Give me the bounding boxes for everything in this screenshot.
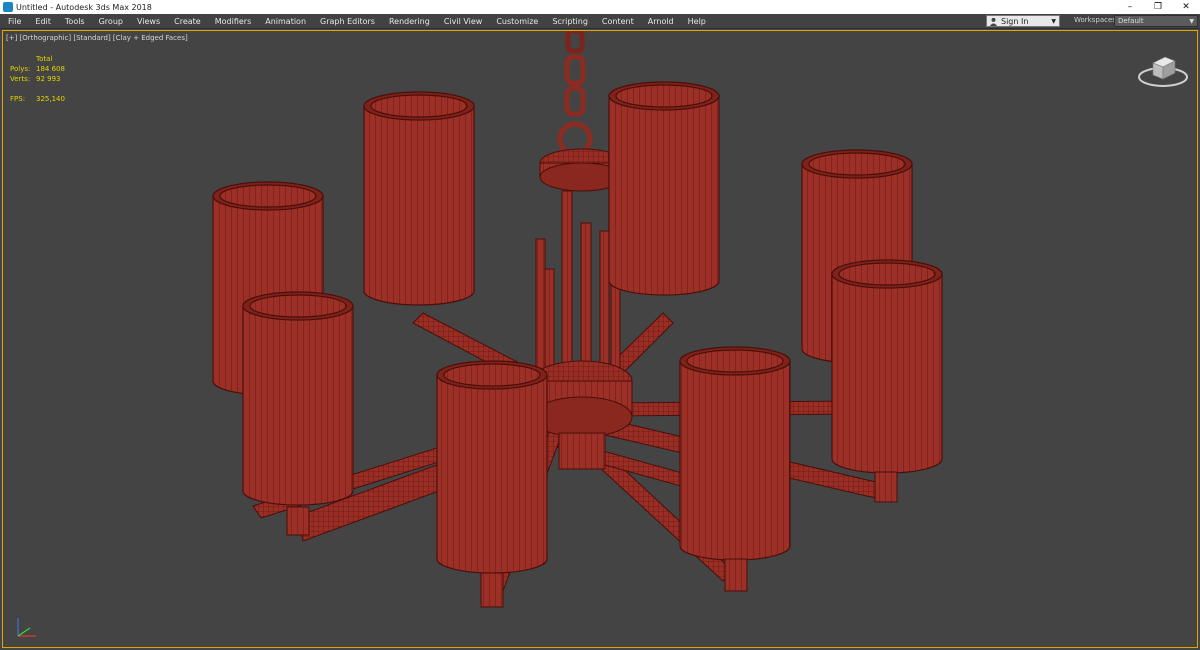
fps-label: FPS: bbox=[10, 95, 26, 103]
menu-bar: File Edit Tools Group Views Create Modif… bbox=[0, 14, 1200, 29]
window-title: Untitled - Autodesk 3ds Max 2018 bbox=[16, 2, 152, 12]
stats-total-label: Total bbox=[36, 55, 53, 63]
chandelier-model bbox=[212, 31, 943, 608]
window-controls: – ❐ ✕ bbox=[1116, 0, 1200, 14]
viewport-statistics: Total Polys: 184 608 Verts: 92 993 FPS: 325… bbox=[10, 54, 65, 104]
menu-graph-editors[interactable]: Graph Editors bbox=[312, 17, 381, 26]
menu-rendering[interactable]: Rendering bbox=[381, 17, 436, 26]
menu-group[interactable]: Group bbox=[91, 17, 129, 26]
sign-in-label: Sign In bbox=[1001, 16, 1029, 26]
menu-views[interactable]: Views bbox=[129, 17, 166, 26]
menu-help[interactable]: Help bbox=[680, 17, 712, 26]
restore-button[interactable]: ❐ bbox=[1144, 0, 1172, 14]
minimize-button[interactable]: – bbox=[1116, 0, 1144, 14]
menu-tools[interactable]: Tools bbox=[57, 17, 91, 26]
menu-scripting[interactable]: Scripting bbox=[544, 17, 594, 26]
title-bar: Untitled - Autodesk 3ds Max 2018 – ❐ ✕ bbox=[0, 0, 1200, 14]
menu-customize[interactable]: Customize bbox=[488, 17, 544, 26]
chevron-down-icon: ▼ bbox=[1051, 18, 1056, 25]
axis-tripod-icon bbox=[17, 618, 36, 637]
fps-value: 325,140 bbox=[36, 95, 65, 103]
menu-content[interactable]: Content bbox=[594, 17, 640, 26]
workspaces-value: Default bbox=[1118, 17, 1144, 25]
polys-label: Polys: bbox=[10, 65, 31, 73]
workspaces-dropdown[interactable]: Default ▼ bbox=[1114, 15, 1198, 27]
user-icon bbox=[989, 17, 998, 26]
chevron-down-icon: ▼ bbox=[1189, 18, 1194, 25]
viewport-label[interactable]: [+] [Orthographic] [Standard] [Clay + Ed… bbox=[6, 34, 188, 42]
verts-label: Verts: bbox=[10, 75, 31, 83]
polys-value: 184 608 bbox=[36, 65, 65, 73]
menu-modifiers[interactable]: Modifiers bbox=[207, 17, 258, 26]
menu-create[interactable]: Create bbox=[166, 17, 207, 26]
chandelier-chain bbox=[557, 31, 593, 157]
menu-edit[interactable]: Edit bbox=[27, 17, 57, 26]
menu-animation[interactable]: Animation bbox=[257, 17, 312, 26]
sign-in-button[interactable]: Sign In ▼ bbox=[986, 15, 1060, 27]
menu-civil-view[interactable]: Civil View bbox=[436, 17, 489, 26]
app-icon bbox=[3, 2, 13, 12]
menu-file[interactable]: File bbox=[0, 17, 27, 26]
verts-value: 92 993 bbox=[36, 75, 61, 83]
menu-arnold[interactable]: Arnold bbox=[640, 17, 680, 26]
close-button[interactable]: ✕ bbox=[1172, 0, 1200, 14]
workspaces-label: Workspaces: bbox=[1074, 16, 1119, 24]
viewcube-icon[interactable] bbox=[1137, 49, 1189, 89]
perspective-viewport[interactable]: [+] [Orthographic] [Standard] [Clay + Ed… bbox=[2, 30, 1198, 648]
